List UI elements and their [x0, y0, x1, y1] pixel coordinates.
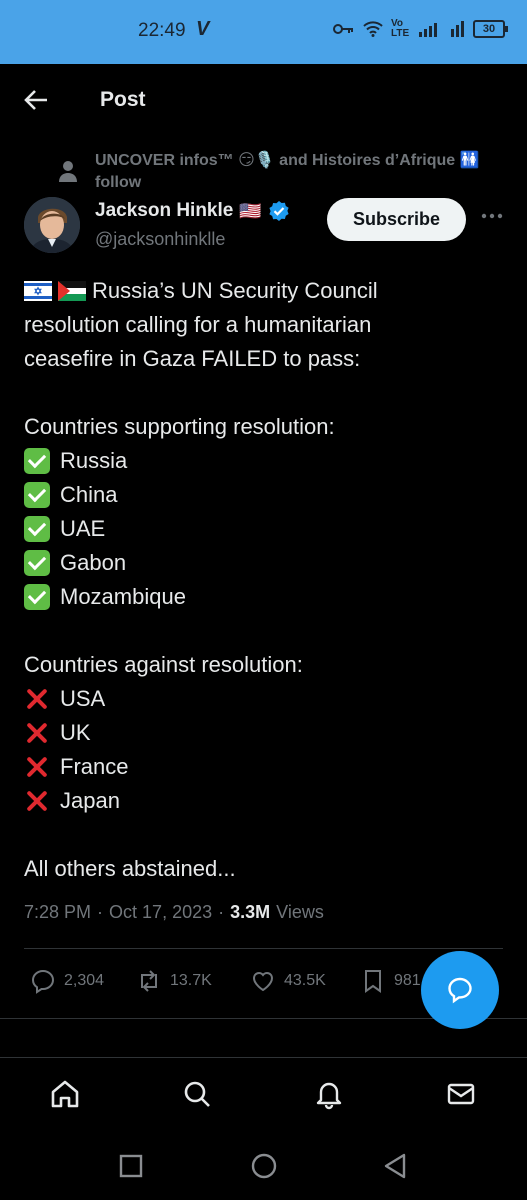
bookmark-icon	[365, 970, 381, 993]
tweet-date[interactable]: Oct 17, 2023	[109, 902, 212, 923]
back-triangle-icon[interactable]	[382, 1152, 408, 1180]
flag-palestine-icon	[58, 281, 86, 301]
author-handle[interactable]: @jacksonhinklle	[95, 229, 225, 250]
against-item: France	[24, 750, 504, 784]
country-name: France	[60, 754, 129, 779]
reply-icon	[31, 969, 55, 994]
tweet-meta: 7:28 PM · Oct 17, 2023 · 3.3M Views	[24, 902, 324, 923]
tweet-text-line: resolution calling for a humanitarian	[24, 312, 372, 337]
check-mark-icon	[24, 550, 50, 576]
supporting-item: UAE	[24, 512, 504, 546]
views-count[interactable]: 3.3M	[230, 902, 270, 923]
cross-mark-icon	[24, 754, 50, 780]
cross-mark-icon	[24, 686, 50, 712]
check-mark-icon	[24, 516, 50, 542]
against-item: Japan	[24, 784, 504, 818]
flag-us: 🇺🇸	[239, 200, 262, 221]
reply-count: 2,304	[64, 972, 105, 989]
views-label: Views	[276, 902, 324, 922]
tweet-intro-line: Russia’s UN Security Council	[24, 274, 504, 308]
messages-icon[interactable]	[445, 1078, 477, 1110]
author-name-row[interactable]: Jackson Hinkle 🇺🇸	[95, 200, 290, 222]
supporting-item: Mozambique	[24, 580, 504, 614]
country-name: Gabon	[60, 550, 127, 575]
status-bar: 22:49 V Vo LTE 30	[0, 0, 527, 64]
country-name: USA	[60, 686, 106, 711]
person-icon	[59, 161, 77, 182]
search-icon[interactable]	[181, 1078, 213, 1110]
country-name: Russia	[60, 448, 128, 473]
meta-separator: ·	[218, 902, 225, 922]
cross-mark-icon	[24, 788, 50, 814]
heart-icon	[252, 972, 274, 992]
action-bar: 2,304 13.7K 43.5K 981	[30, 968, 421, 994]
bookmark-button[interactable]: 981	[360, 968, 421, 994]
tweet-text-line: ceasefire in Gaza FAILED to pass:	[24, 346, 361, 371]
against-item: USA	[24, 682, 504, 716]
country-name: Japan	[60, 788, 120, 813]
flag-israel-icon	[24, 281, 52, 301]
repost-count: 13.7K	[170, 972, 212, 989]
top-bar: Post	[0, 64, 527, 136]
country-name: China	[60, 482, 118, 507]
supporting-item: Gabon	[24, 546, 504, 580]
tweet-body: Russia’s UN Security Council resolution …	[24, 274, 504, 886]
home-icon[interactable]	[49, 1078, 81, 1110]
tweet-time[interactable]: 7:28 PM	[24, 902, 91, 923]
more-options-icon[interactable]	[481, 212, 503, 220]
wifi-icon	[363, 21, 383, 37]
cross-mark-icon	[24, 720, 50, 746]
meta-separator: ·	[97, 902, 104, 922]
carrier-mark: V	[196, 18, 210, 40]
subscribe-button[interactable]: Subscribe	[327, 198, 466, 241]
social-context-text[interactable]: UNCOVER infos™ 😏🎙️ and Histoires d’Afriq…	[95, 150, 505, 194]
status-time: 22:49	[138, 20, 186, 41]
country-name: Mozambique	[60, 584, 186, 609]
avatar[interactable]	[24, 197, 80, 253]
country-name: UK	[60, 720, 91, 745]
like-count: 43.5K	[284, 972, 326, 989]
repost-icon	[141, 970, 157, 992]
status-icons: Vo LTE 30	[333, 18, 508, 39]
reply-fab-button[interactable]	[421, 951, 499, 1029]
against-heading: Countries against resolution:	[24, 652, 303, 677]
against-item: UK	[24, 716, 504, 750]
notifications-bell-icon[interactable]	[313, 1078, 345, 1110]
signal-icon-2	[451, 21, 464, 37]
supporting-heading: Countries supporting resolution:	[24, 414, 335, 439]
author-name[interactable]: Jackson Hinkle	[95, 200, 233, 222]
signal-icon	[419, 23, 437, 37]
bookmark-count: 981	[394, 972, 421, 989]
bottom-navigation	[0, 1057, 527, 1129]
reply-button[interactable]: 2,304	[30, 968, 136, 994]
check-mark-icon	[24, 584, 50, 610]
key-icon	[333, 24, 353, 34]
country-name: UAE	[60, 516, 106, 541]
chat-bubble-icon	[448, 977, 472, 1004]
repost-button[interactable]: 13.7K	[136, 968, 250, 994]
network-label: Vo LTE	[391, 18, 410, 39]
back-arrow-icon[interactable]	[22, 86, 50, 114]
page-title: Post	[100, 88, 146, 111]
home-circle-icon[interactable]	[250, 1152, 278, 1180]
like-button[interactable]: 43.5K	[250, 968, 360, 994]
verified-badge-icon[interactable]	[268, 200, 290, 222]
tweet-text-line: Russia’s UN Security Council	[92, 278, 378, 303]
check-mark-icon	[24, 482, 50, 508]
closing-text: All others abstained...	[24, 856, 236, 881]
divider	[24, 948, 503, 949]
supporting-item: China	[24, 478, 504, 512]
supporting-item: Russia	[24, 444, 504, 478]
check-mark-icon	[24, 448, 50, 474]
recent-apps-icon[interactable]	[119, 1154, 143, 1178]
system-navigation-bar	[0, 1130, 527, 1200]
battery-icon: 30	[473, 20, 508, 38]
avatar-image	[24, 197, 80, 253]
